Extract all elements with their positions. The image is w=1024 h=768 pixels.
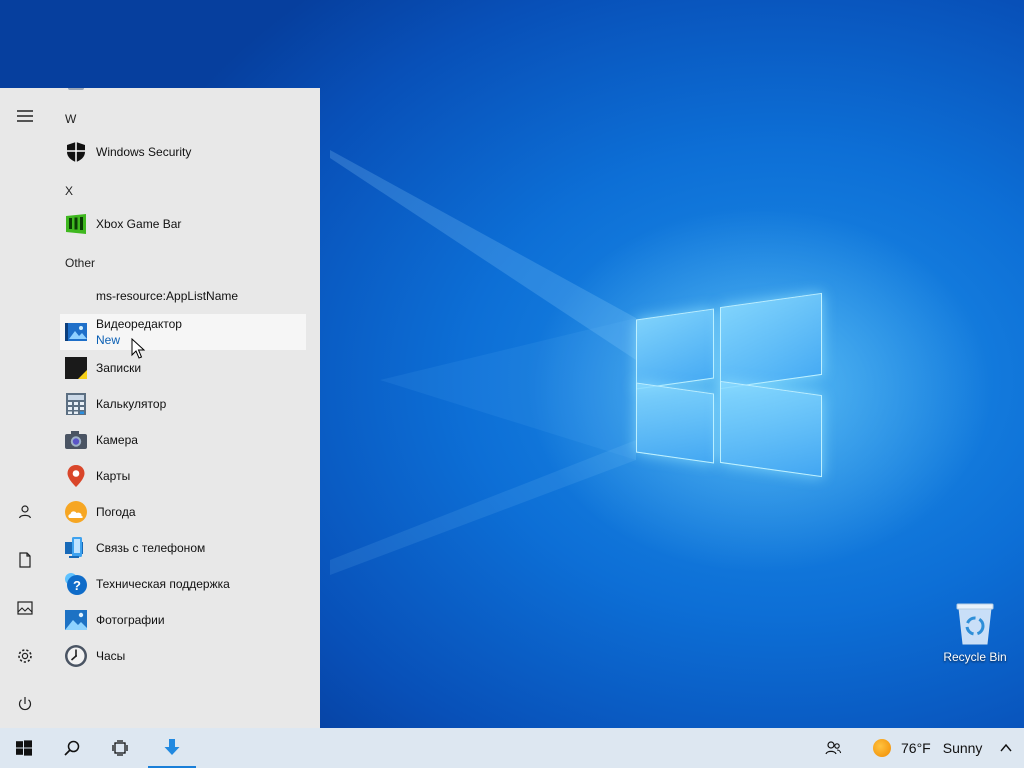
download-arrow-icon: [164, 739, 180, 755]
settings-gear-icon: [18, 649, 32, 663]
app-label: Калькулятор: [96, 397, 167, 411]
settings-button[interactable]: [0, 636, 50, 676]
sticky-notes-icon: [65, 357, 87, 379]
app-label: Видеоредактор: [96, 317, 182, 331]
app-weather[interactable]: Погода: [60, 494, 306, 530]
chevron-up-icon: [1000, 743, 1012, 752]
app-label: Часы: [96, 649, 126, 663]
xbox-game-bar-icon: [66, 214, 86, 234]
app-calculator[interactable]: Калькулятор: [60, 386, 306, 422]
power-button[interactable]: [0, 684, 50, 724]
app-label: Камера: [96, 433, 138, 447]
app-get-help[interactable]: ? Техническая поддержка: [60, 566, 306, 602]
weather-widget[interactable]: 76°F Sunny: [868, 728, 982, 768]
app-windows-security[interactable]: Windows Security: [60, 134, 306, 170]
documents-button[interactable]: [0, 540, 50, 580]
shield-icon: [67, 142, 85, 162]
photos-icon: [65, 610, 87, 630]
pictures-icon: [17, 601, 33, 615]
app-label: Записки: [96, 361, 142, 375]
app-label: Windows Security: [96, 145, 192, 159]
app-label: ms-resource:AppListName: [96, 289, 239, 303]
mouse-cursor-icon: [131, 338, 145, 359]
video-editor-icon: [65, 323, 87, 341]
windows-start-icon: [16, 740, 32, 756]
people-icon: [825, 741, 842, 755]
sun-icon: [873, 739, 891, 757]
section-header-w[interactable]: W: [65, 112, 76, 126]
svg-text:?: ?: [73, 578, 81, 593]
app-label: Погода: [96, 505, 136, 519]
task-view-icon: [112, 740, 128, 756]
user-icon: [18, 505, 32, 519]
section-header-x[interactable]: X: [65, 184, 73, 198]
app-ms-resource[interactable]: ms-resource:AppListName: [60, 278, 306, 314]
app-icon-partial: [68, 88, 84, 90]
get-help-icon: ?: [65, 573, 87, 595]
power-icon: [18, 697, 32, 711]
windows-logo-wallpaper: [636, 290, 824, 480]
app-label: Связь с телефоном: [96, 541, 206, 555]
start-menu: W Windows Security X Xbox Game Bar Other…: [0, 88, 320, 728]
app-label: Карты: [96, 469, 131, 483]
app-phone-link[interactable]: Связь с телефоном: [60, 530, 306, 566]
documents-icon: [19, 552, 31, 568]
hamburger-menu-icon: [17, 110, 33, 122]
app-xbox-game-bar[interactable]: Xbox Game Bar: [60, 206, 306, 242]
start-menu-rail: [0, 88, 50, 728]
calculator-icon: [66, 393, 86, 415]
app-label: Фотографии: [96, 613, 165, 627]
weather-icon: [65, 501, 87, 523]
app-label: Xbox Game Bar: [96, 217, 182, 231]
recycle-bin-icon: [956, 603, 994, 645]
show-hidden-icons-button[interactable]: [994, 728, 1018, 768]
app-maps[interactable]: Карты: [60, 458, 306, 494]
taskbar-app-download[interactable]: [148, 728, 196, 768]
recycle-bin-shortcut[interactable]: Recycle Bin: [938, 600, 1012, 664]
camera-icon: [65, 431, 87, 449]
app-photos[interactable]: Фотографии: [60, 602, 306, 638]
section-header-other[interactable]: Other: [65, 256, 95, 270]
task-view-button[interactable]: [96, 728, 144, 768]
recycle-bin-label: Recycle Bin: [943, 650, 1007, 664]
pictures-button[interactable]: [0, 588, 50, 628]
phone-link-icon: [65, 537, 83, 558]
search-button[interactable]: [48, 728, 96, 768]
user-account-button[interactable]: [0, 492, 50, 532]
app-label: Техническая поддержка: [96, 577, 230, 591]
weather-condition: Sunny: [942, 740, 983, 756]
app-list: W Windows Security X Xbox Game Bar Other…: [50, 88, 320, 728]
maps-pin-icon: [67, 465, 85, 487]
weather-temperature: 76°F: [901, 740, 931, 756]
blank-app-icon: [64, 284, 88, 308]
expand-menu-button[interactable]: [0, 96, 50, 136]
taskbar: 76°F Sunny: [0, 728, 1024, 768]
clock-icon: [65, 645, 87, 667]
app-camera[interactable]: Камера: [60, 422, 306, 458]
people-button[interactable]: [818, 728, 848, 768]
app-clock[interactable]: Часы: [60, 638, 306, 674]
search-icon: [64, 740, 80, 756]
start-button[interactable]: [0, 728, 48, 768]
app-video-editor[interactable]: Видеоредактор New: [60, 314, 306, 350]
app-sticky-notes[interactable]: Записки: [60, 350, 306, 386]
